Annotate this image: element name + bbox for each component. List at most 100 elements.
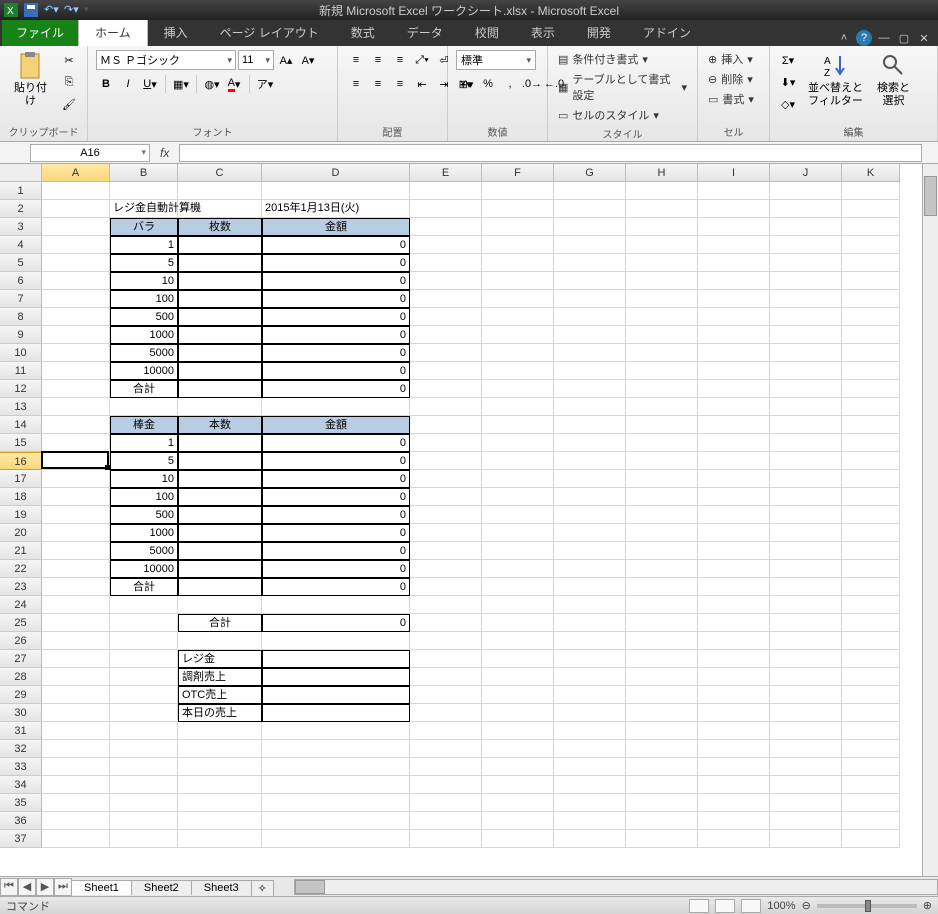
cell-F5[interactable] xyxy=(482,254,554,272)
cell-J28[interactable] xyxy=(770,668,842,686)
cell-H26[interactable] xyxy=(626,632,698,650)
cell-J6[interactable] xyxy=(770,272,842,290)
conditional-format-button[interactable]: ▤条件付き書式 ▾ xyxy=(556,50,650,68)
cell-D21[interactable]: 0 xyxy=(262,542,410,560)
cell-A11[interactable] xyxy=(42,362,110,380)
cell-E19[interactable] xyxy=(410,506,482,524)
cell-I19[interactable] xyxy=(698,506,770,524)
cell-B11[interactable]: 10000 xyxy=(110,362,178,380)
cell-K37[interactable] xyxy=(842,830,900,848)
cell-D10[interactable]: 0 xyxy=(262,344,410,362)
cell-F17[interactable] xyxy=(482,470,554,488)
cell-I32[interactable] xyxy=(698,740,770,758)
row-header-15[interactable]: 15 xyxy=(0,434,42,452)
cell-E9[interactable] xyxy=(410,326,482,344)
cell-C9[interactable] xyxy=(178,326,262,344)
cell-G3[interactable] xyxy=(554,218,626,236)
bold-icon[interactable]: B xyxy=(96,74,116,94)
cell-J31[interactable] xyxy=(770,722,842,740)
cell-G2[interactable] xyxy=(554,200,626,218)
cell-C17[interactable] xyxy=(178,470,262,488)
cell-F26[interactable] xyxy=(482,632,554,650)
cell-G29[interactable] xyxy=(554,686,626,704)
cell-E36[interactable] xyxy=(410,812,482,830)
cell-F24[interactable] xyxy=(482,596,554,614)
cell-H27[interactable] xyxy=(626,650,698,668)
cell-K6[interactable] xyxy=(842,272,900,290)
cell-I20[interactable] xyxy=(698,524,770,542)
cell-C30[interactable]: 本日の売上 xyxy=(178,704,262,722)
row-header-34[interactable]: 34 xyxy=(0,776,42,794)
row-header-5[interactable]: 5 xyxy=(0,254,42,272)
cell-K7[interactable] xyxy=(842,290,900,308)
cell-K20[interactable] xyxy=(842,524,900,542)
cell-A33[interactable] xyxy=(42,758,110,776)
cell-F29[interactable] xyxy=(482,686,554,704)
cell-H36[interactable] xyxy=(626,812,698,830)
cell-F36[interactable] xyxy=(482,812,554,830)
cell-K10[interactable] xyxy=(842,344,900,362)
cell-E14[interactable] xyxy=(410,416,482,434)
close-icon[interactable]: ✕ xyxy=(916,30,932,46)
tab-data[interactable]: データ xyxy=(391,19,459,46)
cell-F21[interactable] xyxy=(482,542,554,560)
cell-E2[interactable] xyxy=(410,200,482,218)
align-top-icon[interactable]: ≡ xyxy=(346,50,366,70)
cell-A22[interactable] xyxy=(42,560,110,578)
row-header-3[interactable]: 3 xyxy=(0,218,42,236)
cell-G28[interactable] xyxy=(554,668,626,686)
insert-cells-button[interactable]: ⊕ 挿入 ▾ xyxy=(706,50,755,68)
sheet-nav-prev[interactable]: ◀ xyxy=(18,878,36,896)
cell-H16[interactable] xyxy=(626,452,698,470)
cell-D26[interactable] xyxy=(262,632,410,650)
worksheet-grid[interactable]: ABCDEFGHIJK 1234567891011121314151617181… xyxy=(0,164,938,876)
cell-A3[interactable] xyxy=(42,218,110,236)
cell-D17[interactable]: 0 xyxy=(262,470,410,488)
cell-K17[interactable] xyxy=(842,470,900,488)
cell-I34[interactable] xyxy=(698,776,770,794)
cell-B1[interactable] xyxy=(110,182,178,200)
cell-D28[interactable] xyxy=(262,668,410,686)
cell-E12[interactable] xyxy=(410,380,482,398)
cell-A9[interactable] xyxy=(42,326,110,344)
row-header-17[interactable]: 17 xyxy=(0,470,42,488)
cell-C22[interactable] xyxy=(178,560,262,578)
cell-K11[interactable] xyxy=(842,362,900,380)
cell-E24[interactable] xyxy=(410,596,482,614)
cell-C34[interactable] xyxy=(178,776,262,794)
cell-G15[interactable] xyxy=(554,434,626,452)
cell-C31[interactable] xyxy=(178,722,262,740)
cell-E17[interactable] xyxy=(410,470,482,488)
cell-D8[interactable]: 0 xyxy=(262,308,410,326)
cell-A29[interactable] xyxy=(42,686,110,704)
cell-K32[interactable] xyxy=(842,740,900,758)
number-format-combo[interactable]: 標準 xyxy=(456,50,536,70)
cell-C37[interactable] xyxy=(178,830,262,848)
help-icon[interactable]: ? xyxy=(856,30,872,46)
cell-F30[interactable] xyxy=(482,704,554,722)
cell-J29[interactable] xyxy=(770,686,842,704)
cell-E32[interactable] xyxy=(410,740,482,758)
cell-C3[interactable]: 枚数 xyxy=(178,218,262,236)
cell-E28[interactable] xyxy=(410,668,482,686)
cell-G14[interactable] xyxy=(554,416,626,434)
cell-A8[interactable] xyxy=(42,308,110,326)
cell-J30[interactable] xyxy=(770,704,842,722)
column-header-H[interactable]: H xyxy=(626,164,698,182)
cell-B7[interactable]: 100 xyxy=(110,290,178,308)
row-header-23[interactable]: 23 xyxy=(0,578,42,596)
vertical-scrollbar[interactable] xyxy=(922,164,938,876)
cell-J11[interactable] xyxy=(770,362,842,380)
cell-F32[interactable] xyxy=(482,740,554,758)
column-header-F[interactable]: F xyxy=(482,164,554,182)
cell-E5[interactable] xyxy=(410,254,482,272)
cell-C15[interactable] xyxy=(178,434,262,452)
cell-B21[interactable]: 5000 xyxy=(110,542,178,560)
cell-J15[interactable] xyxy=(770,434,842,452)
phonetic-icon[interactable]: ア▾ xyxy=(255,74,275,94)
cell-D31[interactable] xyxy=(262,722,410,740)
cell-K35[interactable] xyxy=(842,794,900,812)
cell-I11[interactable] xyxy=(698,362,770,380)
cell-F18[interactable] xyxy=(482,488,554,506)
row-header-6[interactable]: 6 xyxy=(0,272,42,290)
